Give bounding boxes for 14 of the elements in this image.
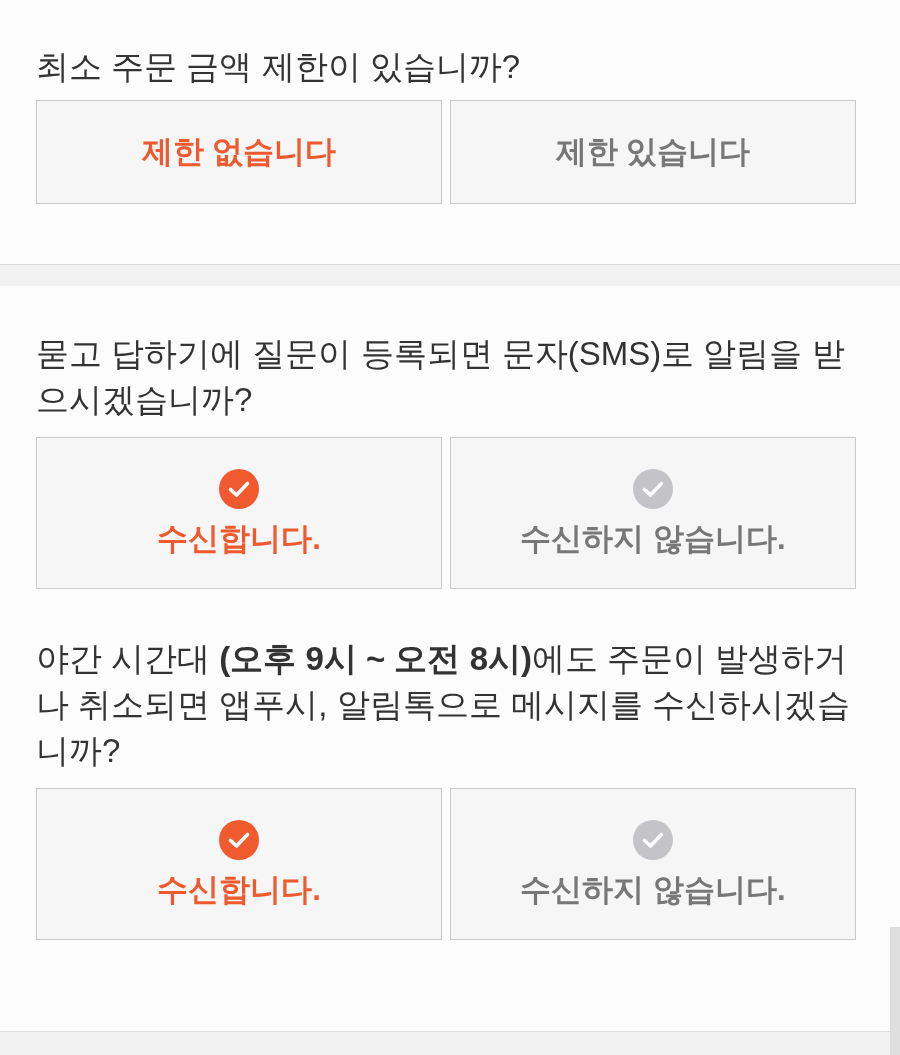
option-button[interactable]: 제한 없습니다	[36, 100, 442, 204]
check-circle-icon	[219, 820, 259, 860]
question-text: 묻고 답하기에 질문이 등록되면 문자(SMS)로 알림을 받으시겠습니까?	[36, 334, 846, 420]
option-button[interactable]: 수신합니다.	[36, 437, 442, 589]
scrollbar-thumb[interactable]	[890, 927, 900, 1055]
check-circle-icon	[633, 820, 673, 860]
question-text: 야간 시간대 (오후 9시 ~ 오전 8시)에도 주문이 발생하거나 취소되면 앱푸시, 알림톡으로 메시지를 수신하시겠습니까?	[36, 639, 851, 771]
option-button[interactable]: 수신하지 않습니다.	[450, 437, 856, 589]
option-button[interactable]: 수신하지 않습니다.	[450, 788, 856, 940]
option-button[interactable]: 제한 있습니다	[450, 100, 856, 204]
check-circle-icon	[633, 469, 673, 509]
question-text: 최소 주문 금액 제한이 있습니까?	[36, 47, 522, 87]
check-circle-icon	[219, 469, 259, 509]
option-button[interactable]: 수신합니다.	[36, 788, 442, 940]
